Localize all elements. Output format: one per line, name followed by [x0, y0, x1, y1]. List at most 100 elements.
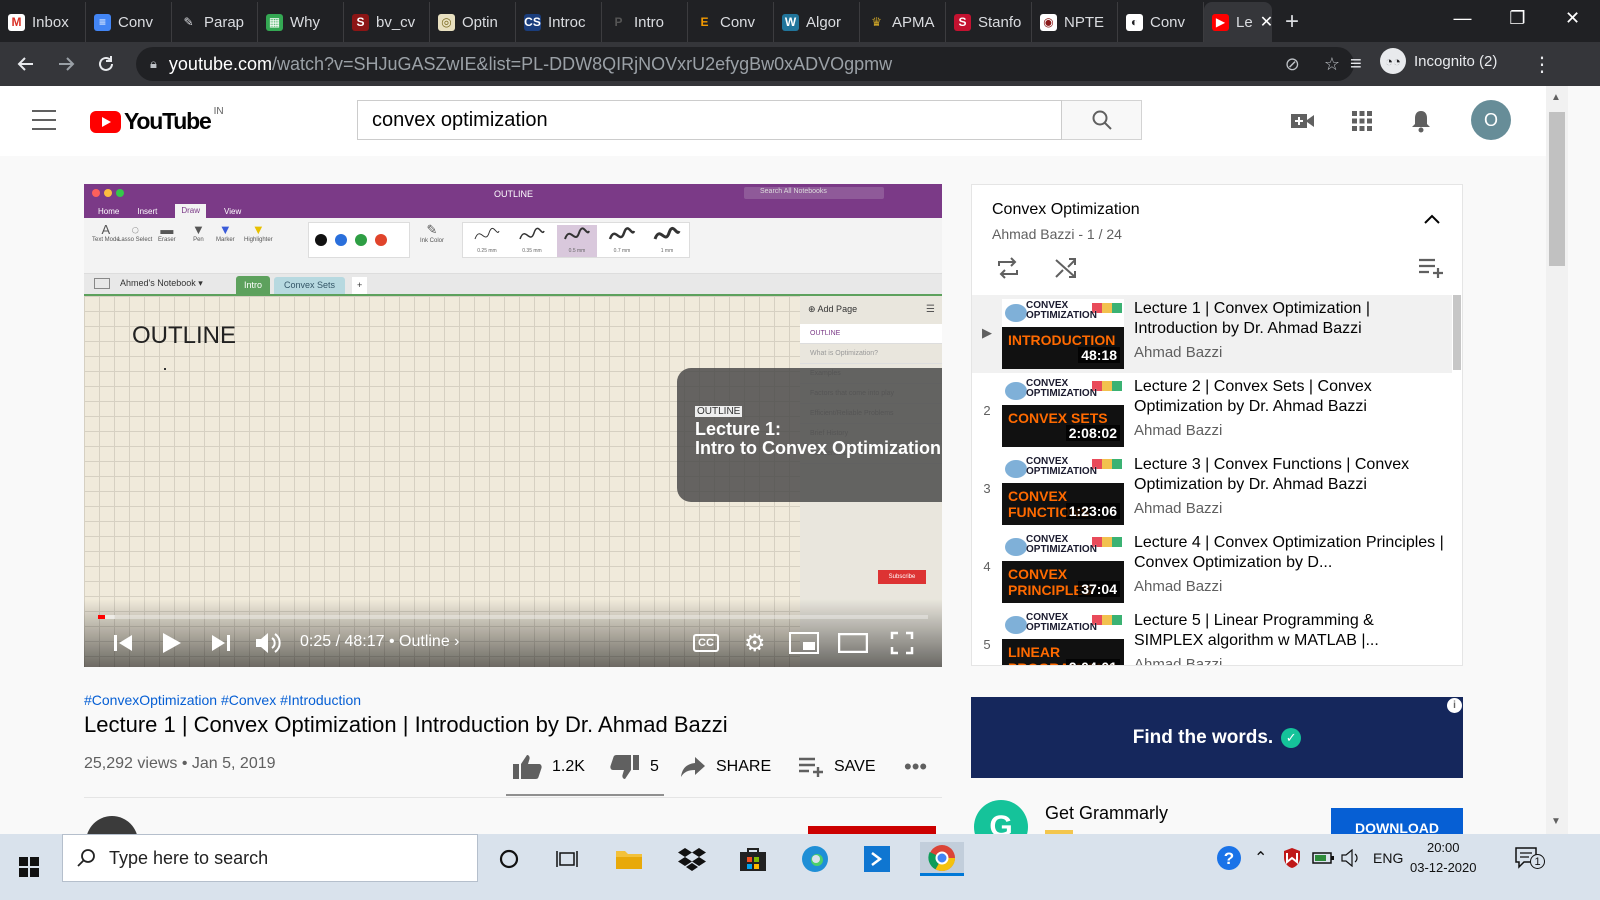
settings-gear-icon[interactable]: ⚙ [744, 629, 766, 657]
play-icon [163, 633, 181, 653]
file-explorer-icon[interactable] [612, 842, 646, 876]
cortana-icon[interactable] [492, 842, 526, 876]
captions-button[interactable]: CC [693, 629, 719, 657]
thumbnail-brand: CONVEX OPTIMIZATION [1026, 612, 1097, 633]
subscribe-button[interactable] [808, 826, 936, 834]
back-button[interactable] [6, 44, 46, 84]
minimize-button[interactable]: — [1435, 0, 1490, 36]
playlist-title[interactable]: Convex Optimization [992, 201, 1140, 219]
playlist-item[interactable]: 3 CONVEX OPTIMIZATION CONVEX FUNCTIONS 1:23… [972, 451, 1452, 529]
scroll-up-arrow-icon[interactable]: ▲ [1551, 92, 1561, 103]
account-avatar[interactable]: O [1471, 100, 1511, 140]
browser-tab[interactable]: ▦ Why [258, 2, 344, 42]
loop-playlist-icon[interactable] [996, 257, 1020, 284]
browser-tab[interactable]: Sbv_cv [344, 2, 430, 42]
restore-button[interactable]: ❐ [1490, 0, 1545, 36]
speaker-icon[interactable] [1340, 834, 1362, 882]
previous-button[interactable] [112, 629, 134, 657]
bookmark-star-icon[interactable]: ☆ [1324, 54, 1340, 75]
microsoft-store-icon[interactable] [736, 842, 770, 876]
like-button[interactable]: 1.2K [512, 750, 585, 784]
chrome-taskbar-icon[interactable] [920, 842, 964, 876]
miniplayer-button[interactable] [789, 629, 819, 657]
fullscreen-button[interactable] [890, 629, 914, 657]
theater-mode-button[interactable] [838, 629, 868, 657]
browser-tab[interactable]: ✎ Parap [172, 2, 258, 42]
pen-tool: ▼ Pen [192, 222, 205, 243]
chapter-name[interactable]: Outline [399, 633, 450, 650]
youtube-logo[interactable]: YouTube IN [90, 106, 224, 135]
system-clock[interactable]: 20:00 03-12-2020 [1410, 838, 1477, 878]
reload-icon [99, 56, 113, 71]
close-tab-icon[interactable]: ✕ [1260, 12, 1272, 32]
create-video-icon[interactable] [1290, 108, 1316, 134]
page-scrollbar[interactable]: ▲ ▼ [1546, 86, 1568, 834]
reading-list-icon[interactable]: ≡ [1350, 42, 1362, 86]
apps-grid-icon[interactable] [1349, 108, 1375, 134]
play-button[interactable] [160, 629, 182, 657]
browser-tab[interactable]: P Intro [602, 2, 688, 42]
save-button[interactable]: SAVE [798, 750, 876, 784]
share-button[interactable]: SHARE [680, 750, 771, 784]
grammarly-ad-banner[interactable]: Find the words. ✓ i [971, 697, 1463, 778]
tracking-blocked-icon[interactable]: ⊘ [1285, 54, 1300, 75]
task-view-icon[interactable] [550, 842, 584, 876]
notifications-bell-icon[interactable] [1408, 108, 1434, 134]
close-window-button[interactable]: ✕ [1545, 0, 1600, 36]
playlist-item[interactable]: 4 CONVEX OPTIMIZATION CONVEX PRINCIPLES 37:… [972, 529, 1452, 607]
playlist-add-icon[interactable] [1418, 257, 1444, 284]
edge-browser-icon[interactable] [798, 842, 832, 876]
more-actions-icon[interactable]: ••• [904, 750, 927, 784]
hamburger-menu-icon[interactable] [32, 110, 56, 130]
playlist-scrollbar[interactable] [1453, 295, 1461, 370]
start-button[interactable] [0, 843, 58, 891]
browser-tab[interactable]: CS Introc [516, 2, 602, 42]
shuffle-playlist-icon[interactable] [1054, 257, 1078, 284]
address-bar[interactable]: 🔒︎ youtube.com /watch?v=SHJuGASZwIE&list… [136, 47, 1354, 81]
playlist-item-index: 5 [983, 637, 991, 652]
powershell-icon[interactable] [860, 842, 894, 876]
incognito-indicator[interactable]: ◔◔ Incognito (2) [1380, 48, 1497, 74]
browser-tab[interactable]: ◎ Optin [430, 2, 516, 42]
windows-taskbar: Type here to search ? ⌃ ENG 20:00 03-12-… [0, 834, 1600, 900]
playlist-item[interactable]: 5 CONVEX OPTIMIZATIONLINEAR PROGRAMMING2:… [972, 607, 1452, 665]
dislike-button[interactable]: 5 [610, 750, 659, 784]
browser-tab[interactable]: ◉ NPTE [1032, 2, 1118, 42]
browser-tab[interactable]: ◐ Conv [1118, 2, 1204, 42]
dropbox-icon[interactable] [675, 842, 709, 876]
tab-active-youtube[interactable]: ▶ Le ✕ [1204, 2, 1272, 42]
notification-center-icon[interactable]: 1 [1514, 834, 1545, 882]
battery-icon[interactable] [1312, 834, 1336, 882]
help-icon[interactable]: ? [1216, 834, 1242, 882]
video-player[interactable]: OUTLINE Search All Notebooks Home Insert D… [84, 184, 942, 667]
scrollbar-thumb[interactable] [1549, 112, 1565, 266]
download-button[interactable]: DOWNLOAD [1331, 808, 1463, 834]
collapse-playlist-icon[interactable] [1424, 211, 1440, 229]
forward-button[interactable] [46, 44, 86, 84]
video-hashtags[interactable]: #ConvexOptimization #Convex #Introductio… [84, 692, 361, 708]
browser-tab[interactable]: E Conv [688, 2, 774, 42]
chevron-up-icon[interactable]: ⌃ [1254, 834, 1267, 882]
language-indicator[interactable]: ENG [1373, 834, 1403, 882]
progress-bar[interactable] [98, 615, 928, 619]
search-button[interactable] [1062, 100, 1142, 140]
next-button[interactable] [210, 629, 232, 657]
scroll-down-arrow-icon[interactable]: ▼ [1551, 816, 1561, 827]
playlist-item[interactable]: 2 CONVEX OPTIMIZATION CONVEX SETS 2:08:02 Le… [972, 373, 1452, 451]
volume-button[interactable] [254, 629, 282, 657]
search-input[interactable]: convex optimization [357, 100, 1062, 140]
browser-tab[interactable]: ≡ Conv [86, 2, 172, 42]
taskbar-search-box[interactable]: Type here to search [62, 834, 478, 882]
browser-tab[interactable]: S Stanfo [946, 2, 1032, 42]
advertiser-name[interactable]: Get Grammarly [1045, 803, 1168, 824]
browser-tab[interactable]: M Inbox [0, 2, 86, 42]
channel-avatar[interactable] [86, 816, 142, 834]
mcafee-icon[interactable] [1282, 834, 1302, 882]
browser-menu-icon[interactable]: ⋮ [1532, 42, 1552, 86]
ad-info-icon[interactable]: i [1447, 698, 1462, 713]
playlist-item[interactable]: ▶ CONVEX OPTIMIZATION INTRODUCTION 48:18 Lec… [972, 295, 1452, 373]
new-tab-button[interactable]: + [1272, 2, 1312, 42]
reload-button[interactable] [86, 44, 126, 84]
browser-tab[interactable]: W Algor [774, 2, 860, 42]
browser-tab[interactable]: ♛ APMA [860, 2, 946, 42]
